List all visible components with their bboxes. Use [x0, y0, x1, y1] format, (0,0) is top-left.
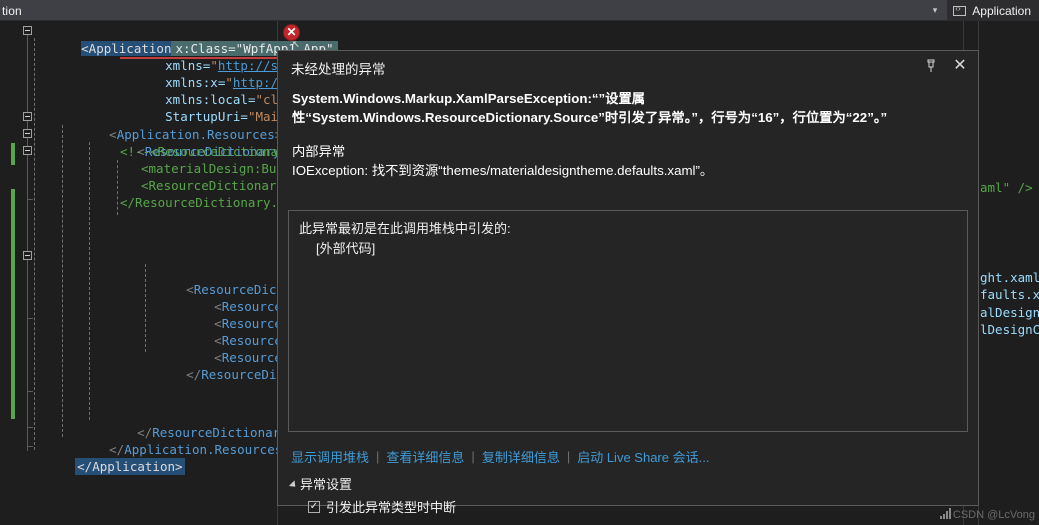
outline-vertical-line: [27, 33, 28, 451]
code-line-app-resources-open: <Application.Resources>: [109, 127, 282, 142]
watermark-text: CSDN @LcVong: [952, 509, 1035, 521]
watermark-bars-icon: [939, 508, 951, 519]
document-tab-truncated[interactable]: tion: [0, 4, 22, 18]
indent-guide-2: [62, 125, 63, 437]
indent-guide-3: [89, 142, 90, 420]
exception-message-block: System.Windows.Markup.XamlParseException…: [278, 85, 978, 180]
call-stack-title: 此异常最初是在此调用堆栈中引发的:: [299, 221, 511, 236]
show-call-stack-link[interactable]: 显示调用堆栈: [291, 447, 369, 466]
change-bar-large: [11, 189, 15, 419]
code-fragment-3: faults.xa: [980, 287, 1039, 302]
view-details-link[interactable]: 查看详细信息: [386, 447, 464, 466]
fold-toggle-resourcedictionary[interactable]: [23, 129, 32, 138]
change-bar-small: [11, 143, 15, 165]
exception-helper-dialog[interactable]: 未经处理的异常 ✕ System.Windows.Markup.XamlPars…: [277, 50, 979, 515]
inner-exception-message: IOException: 找不到资源“themes/materialdesign…: [292, 163, 714, 178]
link-separator-2: |: [471, 449, 475, 464]
code-line-resourcedictionary-close: </ResourceDictionary>: [137, 425, 295, 440]
break-on-exception-checkbox[interactable]: ✓: [308, 500, 320, 513]
top-bar-right-group: ▾ Application: [933, 0, 1039, 21]
code-line-comment-3: <ResourceDictionary: [141, 178, 284, 193]
inner-exception-label: 内部异常: [292, 144, 346, 159]
expander-triangle-icon[interactable]: [288, 479, 299, 490]
indent-guide-1: [34, 38, 35, 450]
outline-tick-4: [27, 427, 33, 428]
member-dropdown[interactable]: Application: [947, 0, 1039, 21]
exception-dialog-header: 未经处理的异常 ✕: [278, 51, 978, 85]
fold-toggle-merged-dictionaries[interactable]: [23, 251, 32, 260]
outline-tick-1: [27, 199, 33, 200]
exception-settings-header[interactable]: 异常设置: [288, 474, 456, 493]
exception-action-links: 显示调用堆栈 | 查看详细信息 | 复制详细信息 | 启动 Live Share…: [291, 447, 709, 466]
code-fragment-4: alDesignC: [980, 305, 1039, 320]
editor-top-bar: tion ▾ Application: [0, 0, 1039, 21]
code-token-application-close-tag: </Application>: [75, 458, 185, 475]
member-dropdown-label: Application: [972, 3, 1031, 18]
break-on-exception-label: 引发此异常类型时中断: [326, 500, 457, 515]
link-separator-3: |: [566, 449, 571, 464]
code-line-resourcedictionary-open: <ResourceDictionary>: [137, 144, 288, 159]
watermark: CSDN @LcVong: [939, 508, 1035, 521]
outline-tick-2: [27, 318, 33, 319]
code-line-app-resources-close: </Application.Resources>: [109, 442, 290, 457]
exception-primary-message: System.Windows.Markup.XamlParseException…: [292, 91, 888, 125]
code-fragment-5: lDesignCo: [980, 322, 1039, 337]
mouse-cursor-icon: ↖: [292, 36, 300, 51]
exception-dialog-title: 未经处理的异常: [291, 62, 386, 77]
fold-toggle-application[interactable]: [23, 26, 32, 35]
code-line-application-close: </Application>: [30, 441, 185, 475]
code-line-comment-2: <materialDesign:Bun: [141, 161, 284, 176]
code-line-comment-4: </ResourceDictionary.Me: [120, 195, 294, 210]
fold-toggle-comment[interactable]: [23, 146, 32, 155]
visual-studio-window: tion ▾ Application: [0, 0, 1039, 525]
call-stack-panel[interactable]: 此异常最初是在此调用堆栈中引发的: [外部代码]: [288, 210, 968, 432]
chevron-down-icon[interactable]: ▾: [933, 6, 938, 15]
copy-details-link[interactable]: 复制详细信息: [482, 447, 560, 466]
link-separator-1: |: [376, 449, 380, 464]
exception-dialog-header-buttons: ✕: [922, 57, 969, 75]
exception-settings-section: 异常设置 ✓ 引发此异常类型时中断: [288, 474, 456, 516]
close-icon[interactable]: ✕: [951, 57, 969, 75]
outline-tick-3: [27, 391, 33, 392]
code-line-comment-1: <!--<ResourceDictionary: [120, 144, 294, 159]
code-fragment-1: aml" />: [980, 180, 1033, 195]
pin-icon[interactable]: [922, 57, 940, 75]
start-live-share-link[interactable]: 启动 Live Share 会话...: [577, 447, 709, 466]
fold-toggle-app-resources[interactable]: [23, 112, 32, 121]
exception-settings-label: 异常设置: [300, 477, 353, 492]
code-fragment-2: ght.xaml": [980, 270, 1039, 285]
code-brackets-icon: [953, 4, 967, 16]
call-stack-entry[interactable]: [外部代码]: [299, 239, 957, 259]
break-on-exception-row[interactable]: ✓ 引发此异常类型时中断: [291, 497, 456, 516]
